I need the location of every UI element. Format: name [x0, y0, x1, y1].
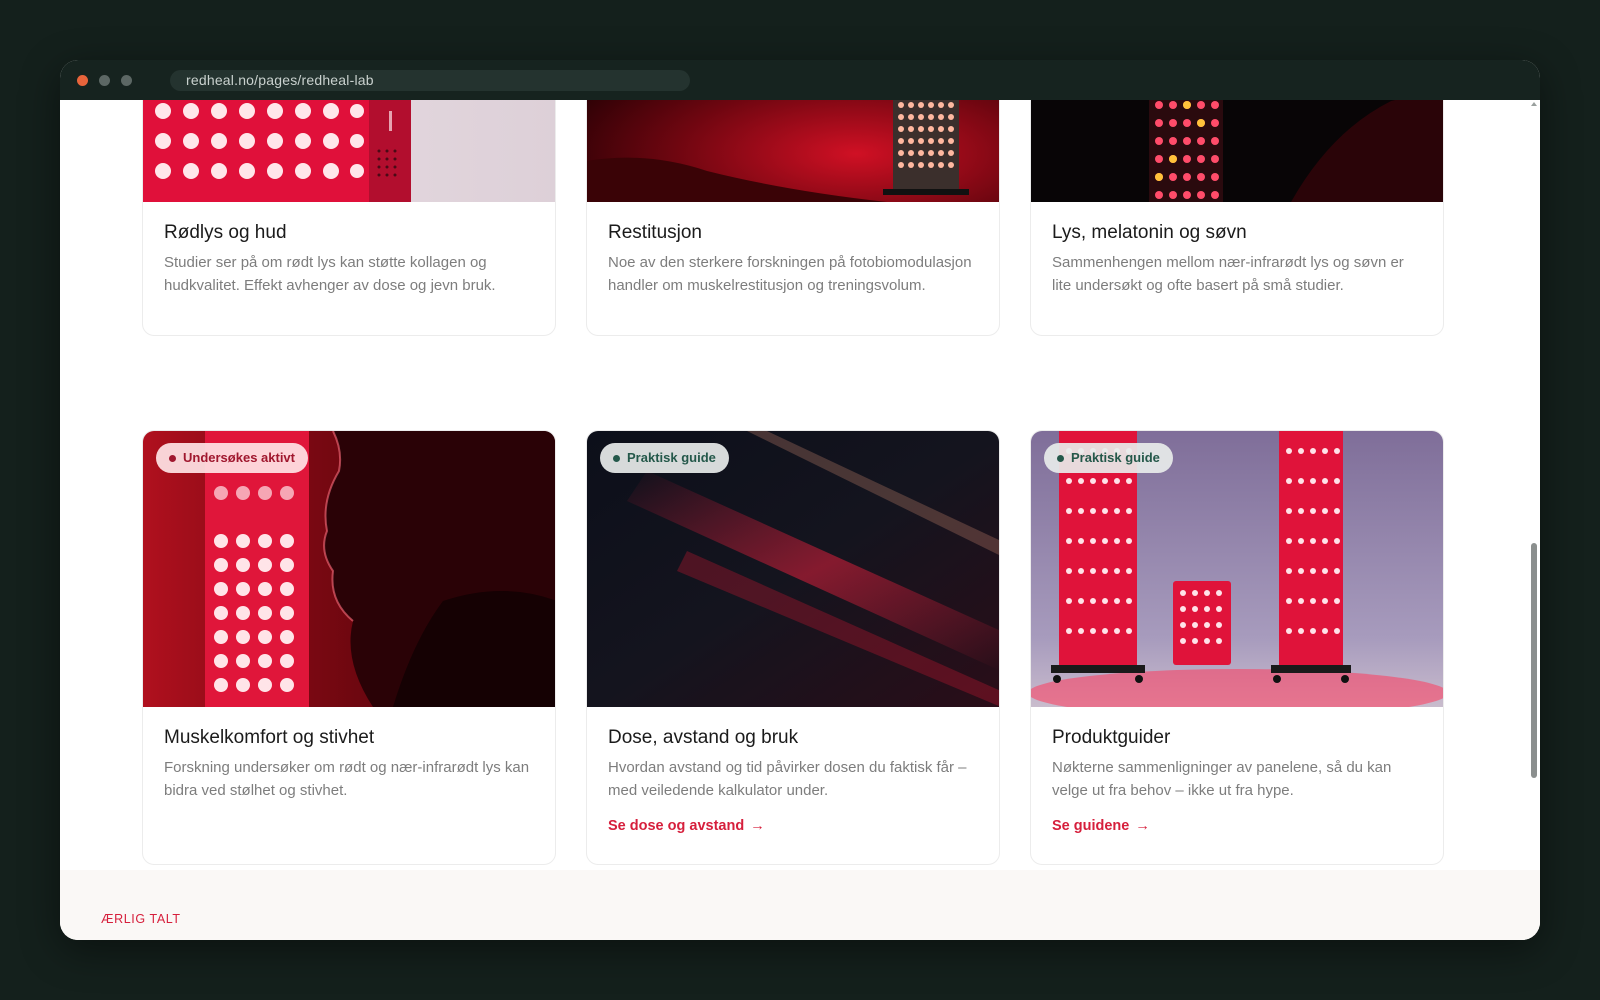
card-sleep[interactable]: Lys, melatonin og søvn Sammenhengen mell… — [1030, 100, 1444, 336]
address-bar[interactable]: redheal.no/pages/redheal-lab — [170, 70, 690, 91]
card-image-skin — [143, 100, 555, 202]
badge-label: Undersøkes aktivt — [183, 450, 295, 465]
vertical-scrollbar[interactable] — [1530, 100, 1537, 940]
card-image-recovery — [587, 100, 999, 202]
card-text: Studier ser på om rødt lys kan støtte ko… — [164, 254, 496, 294]
card-text: Nøkterne sammenligninger av panelene, så… — [1052, 759, 1392, 799]
guides-link[interactable]: Se guidene → — [1052, 818, 1150, 834]
scroll-thumb[interactable] — [1531, 543, 1537, 778]
link-label: Se guidene — [1052, 818, 1130, 834]
badge-dot-icon — [613, 455, 620, 462]
card-product-guides[interactable]: Praktisk guide Produktguider Nøkterne sa… — [1030, 430, 1444, 865]
badge-dot-icon — [1057, 455, 1064, 462]
page-viewport: Rødlys og hud Studier ser på om rødt lys… — [60, 100, 1540, 940]
link-label: Se dose og avstand — [608, 818, 745, 834]
card-title: Produktguider — [1052, 727, 1171, 748]
arrow-right-icon: → — [1135, 818, 1150, 834]
card-muscle[interactable]: Undersøkes aktivt Muskelkomfort og stivh… — [142, 430, 556, 865]
card-title: Muskelkomfort og stivhet — [164, 727, 375, 748]
minimize-window-dot[interactable] — [99, 75, 110, 86]
next-section: ÆRLIG TALT — [60, 870, 1540, 940]
card-text: Forskning undersøker om rødt og nær-infr… — [164, 759, 530, 799]
card-dose[interactable]: Praktisk guide Dose, avstand og bruk Hvo… — [586, 430, 1000, 865]
status-badge: Praktisk guide — [1044, 443, 1173, 473]
card-image-sleep — [1031, 100, 1443, 202]
browser-window: redheal.no/pages/redheal-lab Rødlys og h… — [60, 60, 1540, 940]
card-skin[interactable]: Rødlys og hud Studier ser på om rødt lys… — [142, 100, 556, 336]
arrow-right-icon: → — [750, 818, 765, 834]
card-title: Dose, avstand og bruk — [608, 727, 799, 748]
card-text: Sammenhengen mellom nær-infrarødt lys og… — [1052, 254, 1404, 294]
scroll-up-icon[interactable] — [1531, 102, 1537, 106]
card-title: Rødlys og hud — [164, 222, 287, 243]
badge-label: Praktisk guide — [1071, 450, 1160, 465]
card-title: Restitusjon — [608, 222, 702, 243]
maximize-window-dot[interactable] — [121, 75, 132, 86]
browser-titlebar: redheal.no/pages/redheal-lab — [60, 60, 1540, 100]
close-window-dot[interactable] — [77, 75, 88, 86]
card-text: Hvordan avstand og tid påvirker dosen du… — [608, 759, 967, 799]
badge-label: Praktisk guide — [627, 450, 716, 465]
badge-dot-icon — [169, 455, 176, 462]
status-badge: Praktisk guide — [600, 443, 729, 473]
card-recovery[interactable]: Restitusjon Noe av den sterkere forsknin… — [586, 100, 1000, 336]
dose-link[interactable]: Se dose og avstand → — [608, 818, 765, 834]
status-badge: Undersøkes aktivt — [156, 443, 308, 473]
section-eyebrow: ÆRLIG TALT — [101, 912, 181, 926]
card-text: Noe av den sterkere forskningen på fotob… — [608, 254, 972, 294]
card-title: Lys, melatonin og søvn — [1052, 222, 1247, 243]
